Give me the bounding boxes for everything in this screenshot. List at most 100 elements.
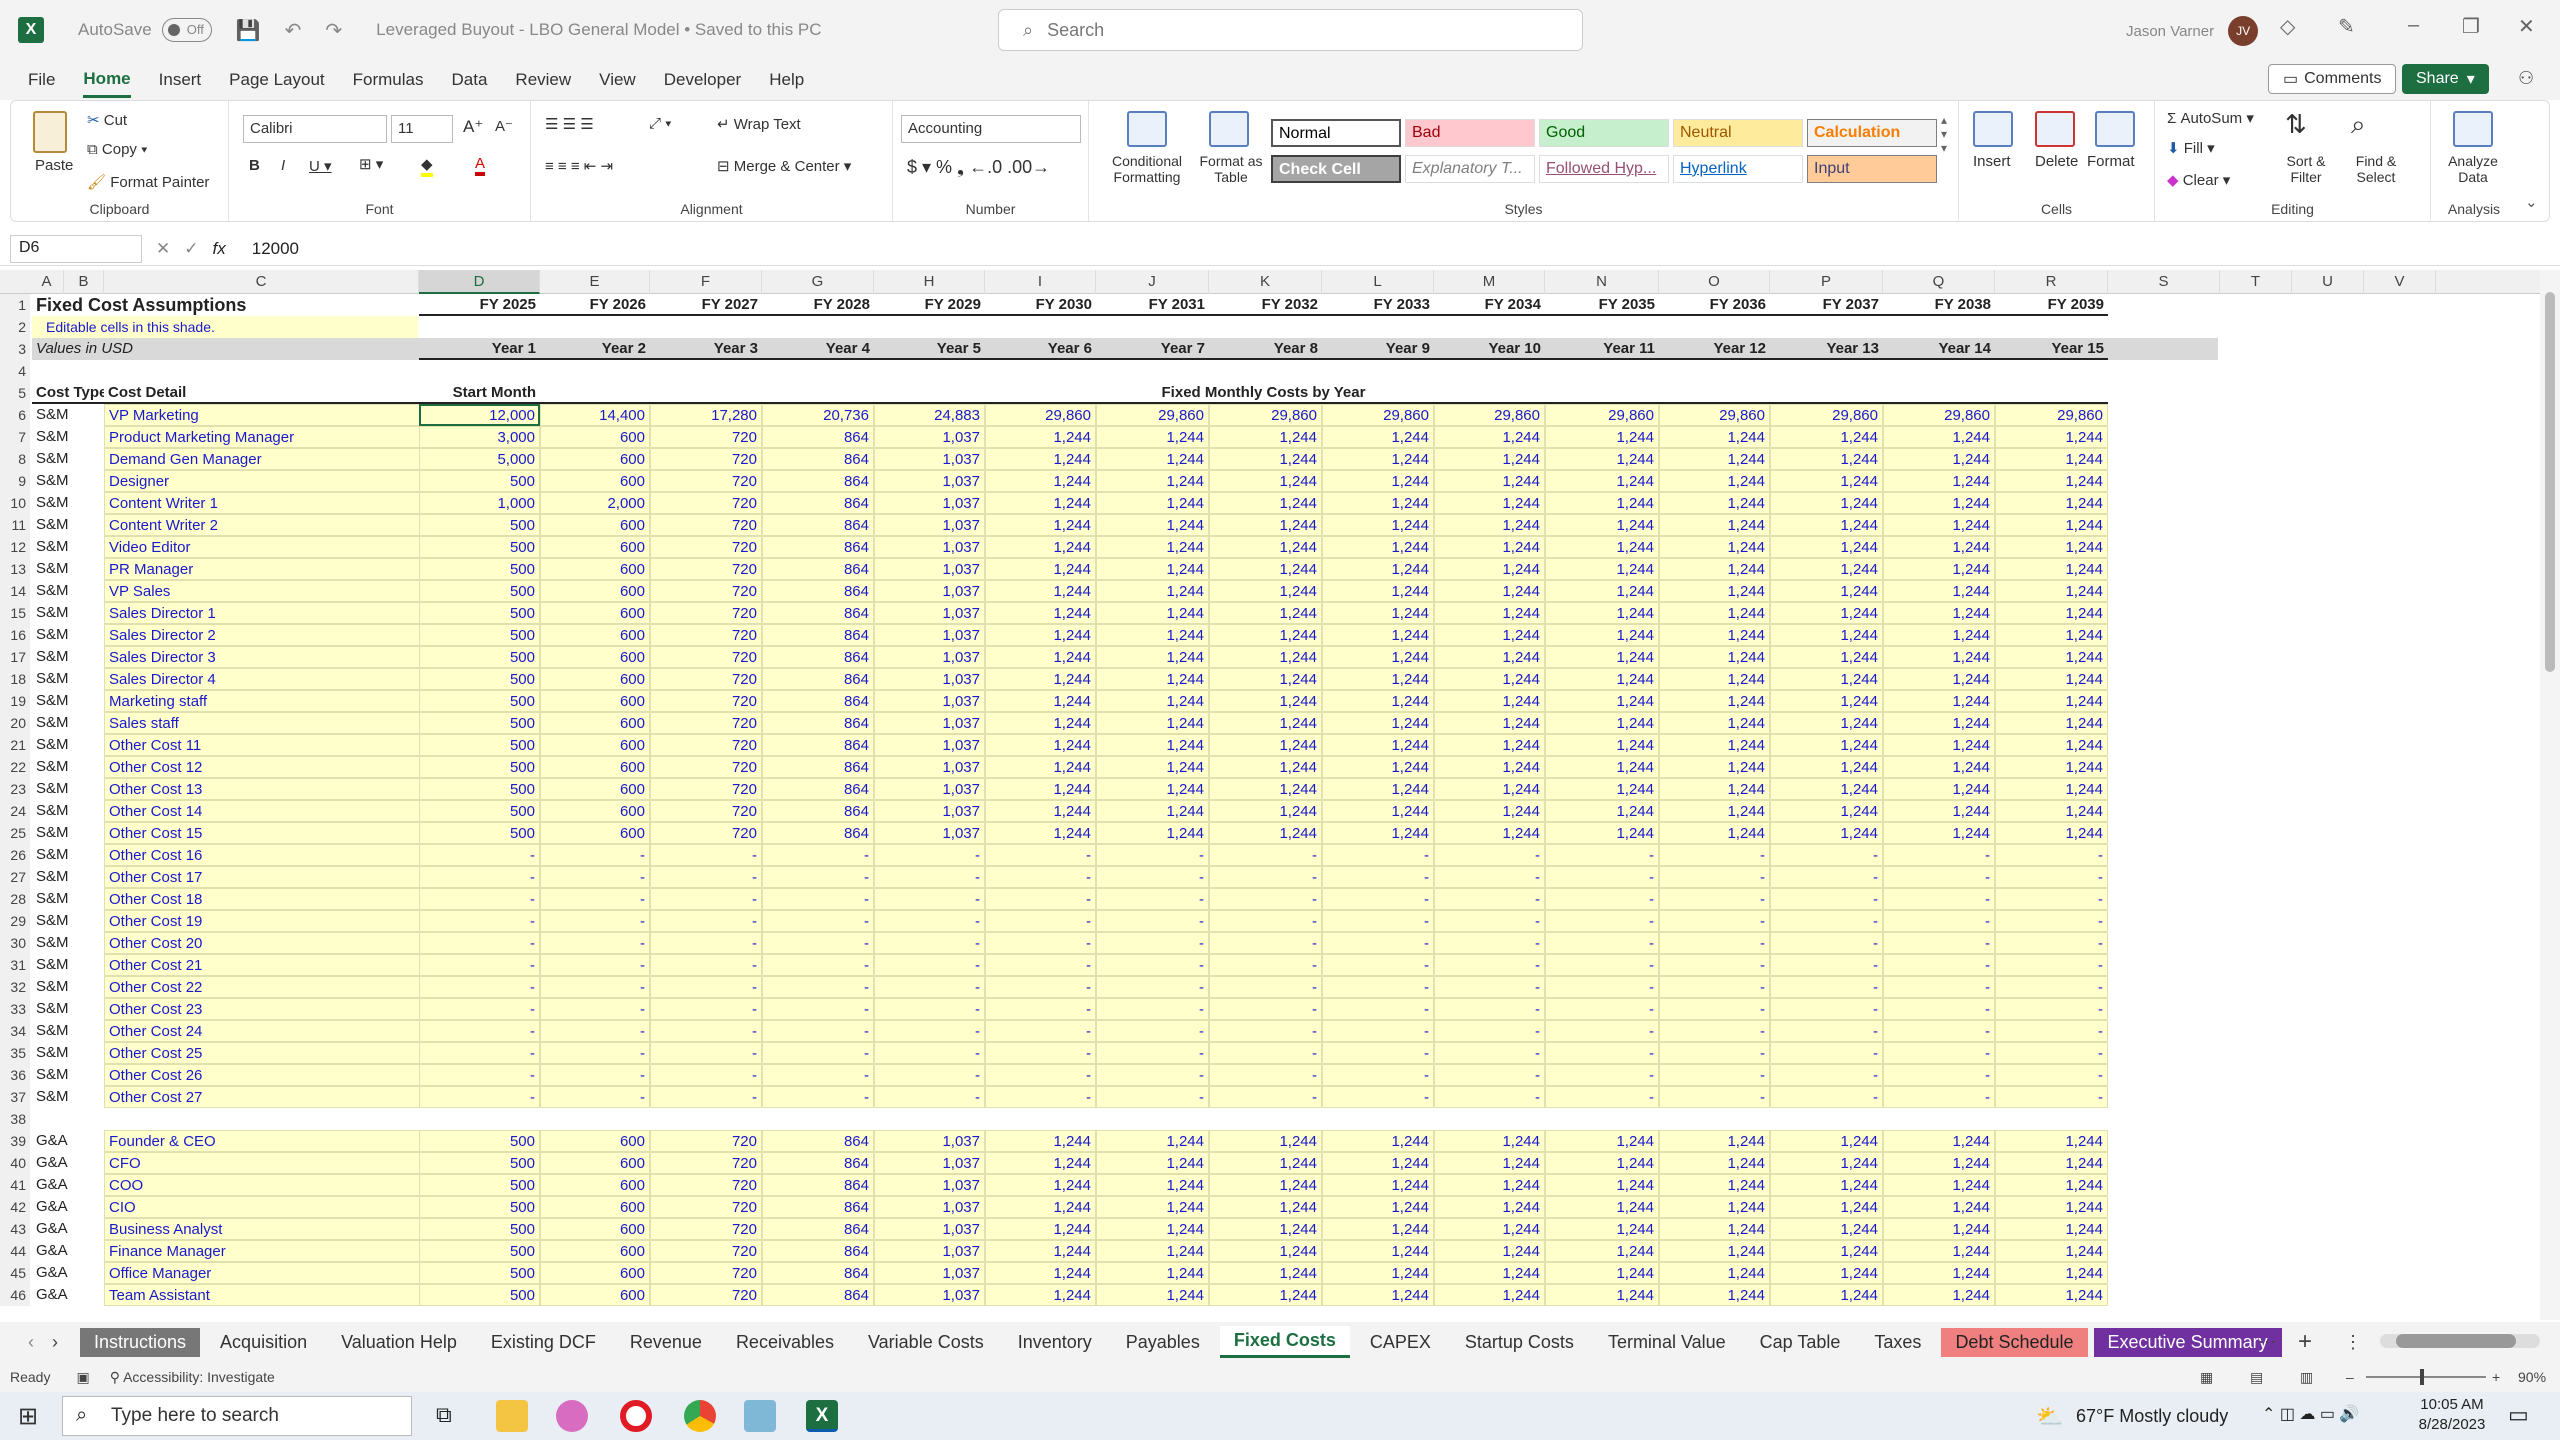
zoom-in-icon[interactable]: + [2492, 1369, 2500, 1385]
value-cell[interactable]: 1,037 [874, 668, 985, 690]
value-cell[interactable]: 1,244 [1096, 1152, 1209, 1174]
value-cell[interactable]: 1,244 [1995, 1284, 2108, 1306]
row-number[interactable]: 4 [0, 360, 30, 382]
value-cell[interactable]: 1,244 [985, 712, 1096, 734]
value-cell[interactable]: 720 [650, 778, 762, 800]
fill-button[interactable]: ⬇ Fill ▾ [2167, 139, 2215, 157]
value-cell[interactable]: 1,244 [1659, 734, 1770, 756]
value-cell[interactable]: 720 [650, 822, 762, 844]
value-cell[interactable]: 1,037 [874, 1152, 985, 1174]
value-cell[interactable]: - [1770, 888, 1883, 910]
value-cell[interactable]: - [1096, 910, 1209, 932]
row-number[interactable]: 3 [0, 338, 30, 360]
value-cell[interactable]: - [1995, 1086, 2108, 1108]
value-cell[interactable]: 864 [762, 536, 874, 558]
analyze-data-button[interactable]: Analyze Data [2441, 153, 2505, 185]
value-cell[interactable]: 1,037 [874, 822, 985, 844]
value-cell[interactable]: 600 [540, 448, 650, 470]
value-cell[interactable]: 1,037 [874, 624, 985, 646]
value-cell[interactable]: - [650, 866, 762, 888]
cost-detail-cell[interactable]: Other Cost 23 [104, 998, 420, 1020]
value-cell[interactable]: 1,244 [985, 448, 1096, 470]
value-cell[interactable]: 5,000 [419, 448, 540, 470]
value-cell[interactable]: 1,244 [1209, 602, 1322, 624]
value-cell[interactable]: - [985, 932, 1096, 954]
underline-icon[interactable]: U ▾ [309, 157, 332, 175]
value-cell[interactable]: 600 [540, 1262, 650, 1284]
value-cell[interactable]: - [1096, 998, 1209, 1020]
value-cell[interactable]: - [540, 954, 650, 976]
value-cell[interactable]: 1,244 [1096, 448, 1209, 470]
value-cell[interactable]: 720 [650, 426, 762, 448]
value-cell[interactable]: - [874, 976, 985, 998]
value-cell[interactable]: 1,244 [1995, 514, 2108, 536]
value-cell[interactable]: - [762, 1020, 874, 1042]
value-cell[interactable]: 1,244 [1096, 668, 1209, 690]
value-cell[interactable]: 1,037 [874, 1196, 985, 1218]
value-cell[interactable]: 1,244 [1995, 1240, 2108, 1262]
value-cell[interactable]: 600 [540, 1240, 650, 1262]
cost-detail-cell[interactable]: Other Cost 12 [104, 756, 420, 778]
value-cell[interactable]: 1,244 [1883, 1262, 1995, 1284]
cost-type-cell[interactable]: S&M [32, 1042, 104, 1064]
tab-options-icon[interactable]: ⋮ [2344, 1332, 2362, 1353]
value-cell[interactable]: 1,244 [1434, 1152, 1545, 1174]
value-cell[interactable]: 1,244 [1995, 778, 2108, 800]
value-cell[interactable]: 1,244 [1322, 712, 1434, 734]
row-number[interactable]: 40 [0, 1152, 30, 1174]
tab-scroll-right-icon[interactable]: › [52, 1332, 58, 1353]
value-cell[interactable]: 864 [762, 492, 874, 514]
row-number[interactable]: 24 [0, 800, 30, 822]
sheet-tab[interactable]: Payables [1112, 1328, 1214, 1357]
value-cell[interactable]: - [650, 976, 762, 998]
value-cell[interactable]: 1,244 [1096, 646, 1209, 668]
opera-icon[interactable] [620, 1400, 652, 1432]
value-cell[interactable]: 1,244 [1995, 602, 2108, 624]
row-number[interactable]: 28 [0, 888, 30, 910]
value-cell[interactable]: - [1322, 1020, 1434, 1042]
value-cell[interactable]: - [1659, 866, 1770, 888]
value-cell[interactable]: - [1883, 844, 1995, 866]
sheet-tab[interactable]: Inventory [1004, 1328, 1106, 1357]
value-cell[interactable]: 1,244 [1209, 1174, 1322, 1196]
value-cell[interactable]: 1,244 [1434, 536, 1545, 558]
value-cell[interactable]: 720 [650, 514, 762, 536]
value-cell[interactable]: 1,244 [1883, 624, 1995, 646]
zoom-slider[interactable] [2366, 1369, 2486, 1385]
cost-type-cell[interactable]: S&M [32, 888, 104, 910]
autosum-button[interactable]: Σ AutoSum ▾ [2167, 109, 2254, 127]
value-cell[interactable]: 1,244 [1659, 1196, 1770, 1218]
value-cell[interactable]: - [1883, 1086, 1995, 1108]
tab-scroll-left-icon[interactable]: ‹ [28, 1332, 34, 1353]
value-cell[interactable]: - [650, 998, 762, 1020]
value-cell[interactable]: - [874, 998, 985, 1020]
value-cell[interactable]: 500 [419, 1174, 540, 1196]
spreadsheet-grid[interactable]: ABCDEFGHIJKLMNOPQRSTUV 1 Fixed Cost Assum… [0, 270, 2540, 1318]
cost-detail-cell[interactable]: COO [104, 1174, 420, 1196]
value-cell[interactable]: 720 [650, 580, 762, 602]
value-cell[interactable]: 1,244 [1659, 624, 1770, 646]
value-cell[interactable]: 1,244 [1883, 514, 1995, 536]
sheet-tab[interactable]: Revenue [616, 1328, 716, 1357]
user-account[interactable]: Jason Varner JV [2126, 16, 2259, 46]
font-size-select[interactable]: 11 [391, 115, 453, 143]
value-cell[interactable]: 1,244 [1096, 1262, 1209, 1284]
value-cell[interactable]: 1,244 [1770, 690, 1883, 712]
value-cell[interactable]: 1,244 [1545, 514, 1659, 536]
style-check-cell[interactable]: Check Cell [1271, 155, 1401, 183]
value-cell[interactable]: 1,244 [1434, 668, 1545, 690]
value-cell[interactable]: - [1322, 888, 1434, 910]
column-header[interactable]: C [104, 270, 419, 294]
value-cell[interactable]: - [1995, 888, 2108, 910]
value-cell[interactable]: 1,244 [1659, 580, 1770, 602]
value-cell[interactable]: 1,244 [1770, 668, 1883, 690]
value-cell[interactable]: 1,244 [1659, 426, 1770, 448]
value-cell[interactable]: - [762, 910, 874, 932]
value-cell[interactable]: - [1659, 888, 1770, 910]
value-cell[interactable]: - [540, 844, 650, 866]
comments-button[interactable]: ▭ Comments [2268, 64, 2397, 94]
column-header[interactable]: M [1434, 270, 1545, 294]
excel-taskbar-icon[interactable]: X [806, 1400, 838, 1432]
value-cell[interactable]: 29,860 [1545, 404, 1659, 426]
row-number[interactable]: 13 [0, 558, 30, 580]
